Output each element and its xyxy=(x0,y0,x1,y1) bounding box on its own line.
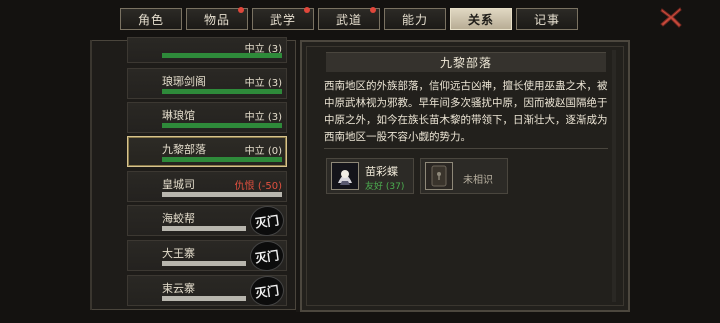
relation-bar xyxy=(162,192,282,197)
member-status: 友好 (37) xyxy=(365,182,405,192)
relation-bar xyxy=(162,157,282,162)
sect-list-item-selected[interactable]: 九黎部落 中立 (0) xyxy=(127,136,287,167)
destroyed-stamp-icon: 灭门 xyxy=(248,273,286,309)
sect-list-item[interactable]: 皇城司 仇恨 (-50) xyxy=(127,171,287,202)
locked-portrait-icon xyxy=(425,162,453,190)
sect-name: 海蛟帮 xyxy=(162,212,195,225)
relation-bar xyxy=(162,89,282,94)
sect-relation: 中立 (3) xyxy=(244,78,282,89)
relation-bar xyxy=(162,261,246,266)
tab-relations[interactable]: 关系 xyxy=(450,8,512,30)
sect-description: 西南地区的外族部落，信仰远古凶神，擅长使用巫蛊之术，被中原武林视为邪教。早年间多… xyxy=(324,80,608,143)
avatar xyxy=(331,162,359,190)
relation-bar xyxy=(162,296,246,301)
close-icon xyxy=(660,7,682,28)
tab-abilities[interactable]: 能力 xyxy=(384,8,446,30)
destroyed-stamp-icon: 灭门 xyxy=(248,238,286,274)
relation-bar-fill xyxy=(162,89,282,94)
tab-martial-way[interactable]: 武道 xyxy=(318,7,380,30)
stamp-text: 灭门 xyxy=(254,282,280,301)
stamp-text: 灭门 xyxy=(254,212,280,231)
tab-label: 武道 xyxy=(335,12,362,27)
stamp-text: 灭门 xyxy=(254,247,280,266)
sect-list-item[interactable]: 大王寨 灭门 xyxy=(127,238,287,274)
sect-list-item[interactable]: 琅琊剑阁 中立 (3) xyxy=(127,68,287,99)
relation-bar-fill xyxy=(162,296,246,301)
member-card-unknown[interactable]: 未相识 xyxy=(420,158,508,194)
sect-name: 九黎部落 xyxy=(162,143,206,156)
tab-bar: 角色 物品 武学 武道 能力 关系 记事 xyxy=(120,7,578,32)
destroyed-stamp-icon: 灭门 xyxy=(248,203,286,239)
member-card[interactable]: 苗彩蝶 友好 (37) xyxy=(326,158,414,194)
member-name: 苗彩蝶 xyxy=(365,165,398,178)
close-button[interactable] xyxy=(658,4,684,30)
detail-title-text: 九黎部落 xyxy=(439,56,492,70)
relation-bar-fill xyxy=(162,123,282,128)
sect-list-item[interactable]: 海蛟帮 灭门 xyxy=(127,203,287,239)
relation-bar-fill xyxy=(162,192,282,197)
tab-label: 武学 xyxy=(269,12,296,27)
sect-relation: 仇恨 (-50) xyxy=(234,181,282,192)
tab-label: 能力 xyxy=(401,12,428,27)
tab-label: 记事 xyxy=(533,12,560,27)
sect-detail-title: 九黎部落 xyxy=(326,52,606,72)
sect-name: 皇城司 xyxy=(162,178,195,191)
relation-bar-fill xyxy=(162,226,246,231)
relation-bar-fill xyxy=(162,261,246,266)
member-unknown-label: 未相识 xyxy=(463,175,493,186)
notification-dot xyxy=(238,7,244,13)
tab-journal[interactable]: 记事 xyxy=(516,8,578,30)
tab-label: 物品 xyxy=(203,12,230,27)
relation-bar xyxy=(162,226,246,231)
sect-relation: 中立 (0) xyxy=(244,146,282,157)
relation-bar-fill xyxy=(162,157,282,162)
sect-name: 束云寨 xyxy=(162,282,195,295)
sect-relation: 中立 (3) xyxy=(244,112,282,123)
sect-list-item[interactable]: 琳琅馆 中立 (3) xyxy=(127,102,287,133)
list-edge xyxy=(90,40,92,310)
sect-list-item[interactable]: 束云寨 灭门 xyxy=(127,273,287,309)
relation-bar-fill xyxy=(162,53,282,58)
sect-name: 琅琊剑阁 xyxy=(162,75,206,88)
notification-dot xyxy=(370,7,376,13)
relation-bar xyxy=(162,53,282,58)
divider xyxy=(324,148,608,149)
relation-bar xyxy=(162,123,282,128)
tab-martial-arts[interactable]: 武学 xyxy=(252,7,314,30)
tab-items[interactable]: 物品 xyxy=(186,7,248,30)
tab-character[interactable]: 角色 xyxy=(120,8,182,30)
sect-name: 琳琅馆 xyxy=(162,109,195,122)
tab-label: 角色 xyxy=(137,12,164,27)
tab-label: 关系 xyxy=(467,12,494,27)
detail-scrollbar[interactable] xyxy=(612,50,616,302)
sect-name: 大王寨 xyxy=(162,247,195,260)
notification-dot xyxy=(304,7,310,13)
sect-list-item[interactable]: 中立 (3) xyxy=(127,37,287,63)
